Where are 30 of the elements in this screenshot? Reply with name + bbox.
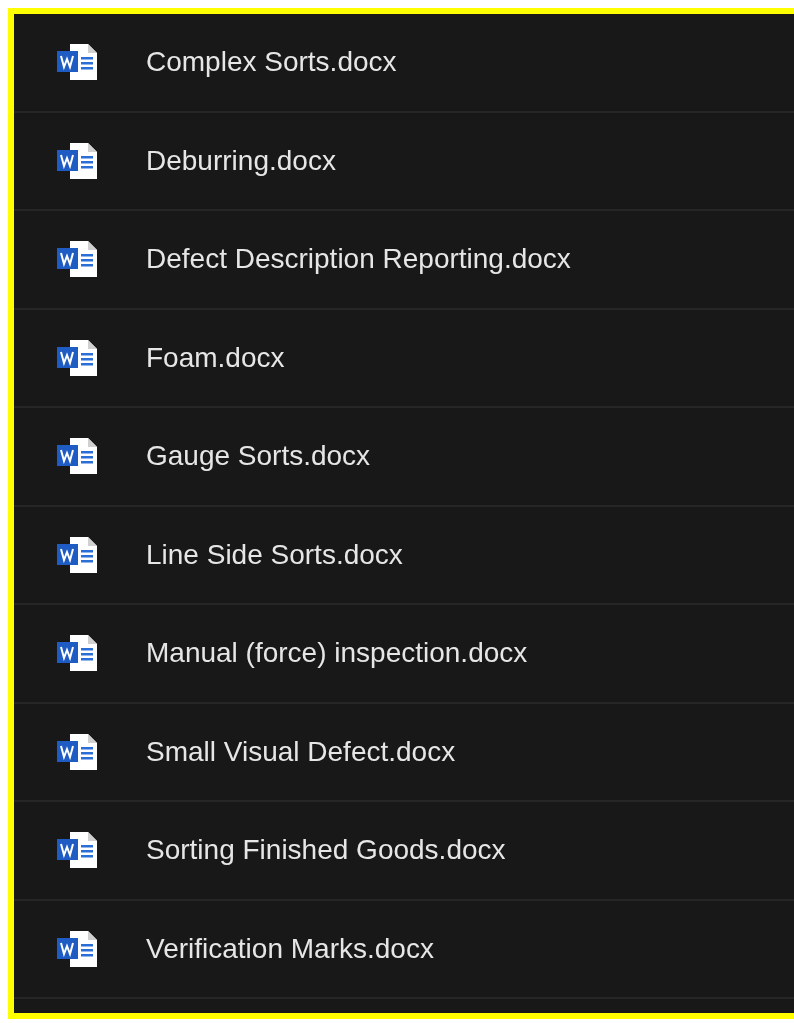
document-icon: [56, 634, 98, 673]
file-name: Gauge Sorts.docx: [146, 439, 371, 474]
file-row[interactable]: Small Visual Defect.docx: [14, 703, 794, 802]
file-row[interactable]: Sorting Finished Goods.docx: [14, 802, 794, 901]
file-name: Foam.docx: [146, 340, 285, 375]
document-icon: [56, 437, 98, 476]
file-row[interactable]: Manual (force) inspection.docx: [14, 605, 794, 704]
file-row[interactable]: Line Side Sorts.docx: [14, 506, 794, 605]
file-row[interactable]: Foam.docx: [14, 309, 794, 408]
document-icon: [56, 338, 98, 377]
file-name: Deburring.docx: [146, 143, 336, 178]
file-row[interactable]: Gauge Sorts.docx: [14, 408, 794, 507]
document-icon: [56, 141, 98, 180]
file-name: Manual (force) inspection.docx: [146, 636, 528, 671]
file-row[interactable]: Defect Description Reporting.docx: [14, 211, 794, 310]
document-icon: [56, 831, 98, 870]
file-row[interactable]: Complex Sorts.docx: [14, 14, 794, 113]
document-icon: [56, 929, 98, 968]
file-name: Complex Sorts.docx: [146, 45, 397, 80]
document-icon: [56, 240, 98, 279]
file-name: Verification Marks.docx: [146, 931, 434, 966]
document-icon: [56, 535, 98, 574]
file-row[interactable]: Verification Marks.docx: [14, 900, 794, 999]
file-name: Line Side Sorts.docx: [146, 537, 403, 572]
file-name: Sorting Finished Goods.docx: [146, 833, 506, 868]
file-row[interactable]: Deburring.docx: [14, 112, 794, 211]
file-name: Defect Description Reporting.docx: [146, 242, 571, 277]
document-icon: [56, 732, 98, 771]
document-icon: [56, 43, 98, 82]
file-name: Small Visual Defect.docx: [146, 734, 456, 769]
